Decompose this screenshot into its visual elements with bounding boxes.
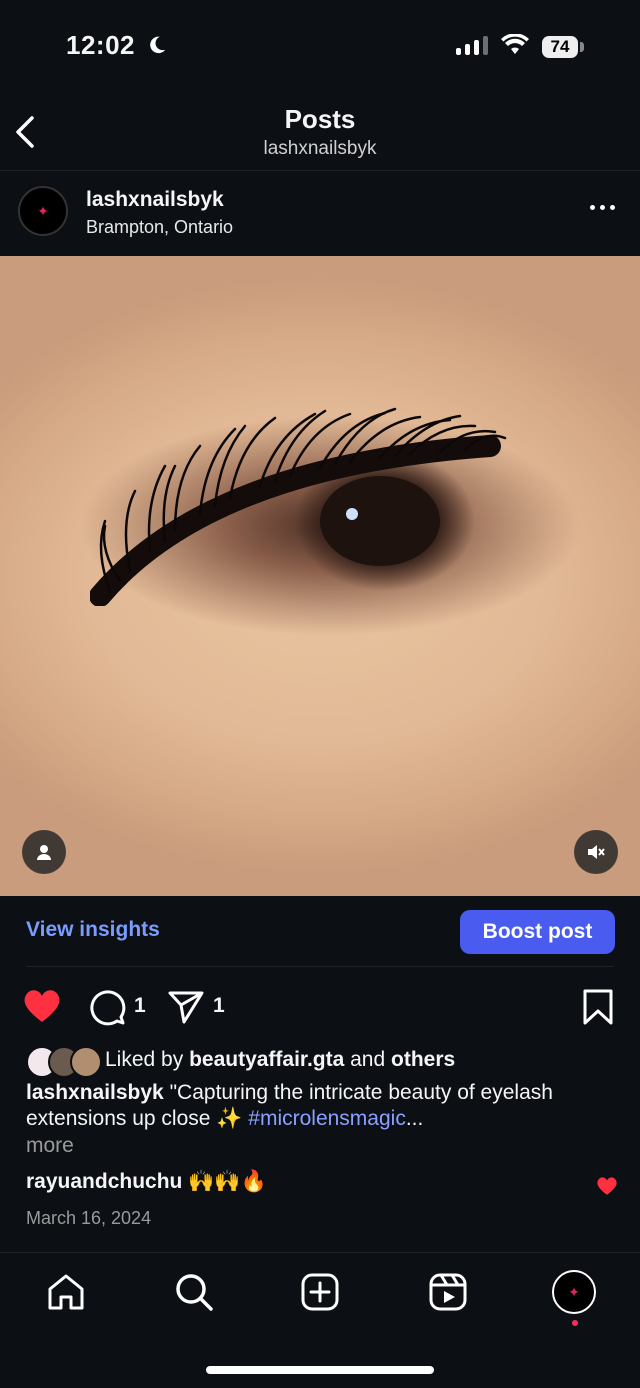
page-title: Posts: [284, 104, 356, 134]
notification-dot: [572, 1320, 578, 1326]
caption-hashtag[interactable]: #microlensmagic: [248, 1107, 406, 1130]
status-time: 12:02: [66, 30, 135, 60]
bookmark-icon[interactable]: [582, 988, 614, 1026]
comment-icon[interactable]: [88, 988, 126, 1026]
mute-button[interactable]: [574, 830, 618, 874]
nav-reels[interactable]: [426, 1270, 470, 1314]
header-divider: [0, 170, 640, 171]
moon-icon: [150, 36, 166, 54]
battery-indicator: 74: [542, 36, 578, 58]
reels-icon: [429, 1273, 467, 1311]
heart-icon[interactable]: [22, 988, 62, 1024]
share-count: 1: [213, 994, 225, 1017]
insights-divider: [26, 966, 614, 967]
eyelash-illustration: [90, 407, 507, 606]
search-icon: [176, 1274, 213, 1311]
nav-home[interactable]: [44, 1270, 88, 1314]
ellipsis-icon[interactable]: [590, 205, 615, 210]
post-location[interactable]: Brampton, Ontario: [86, 217, 233, 238]
avatar-logo-icon: ✦: [568, 1283, 580, 1300]
person-icon: [37, 845, 51, 860]
author-username[interactable]: lashxnailsbyk: [86, 188, 224, 212]
tagged-people-button[interactable]: [22, 830, 66, 874]
liked-by-user[interactable]: beautyaffair.gta: [189, 1048, 344, 1071]
caption-more-link[interactable]: more: [26, 1134, 74, 1158]
author-avatar[interactable]: ✦: [18, 186, 68, 236]
liked-by-others[interactable]: others: [391, 1048, 455, 1071]
top-comment[interactable]: rayuandchuchu 🙌🙌🔥: [26, 1170, 267, 1194]
liked-by-prefix: Liked by: [105, 1048, 190, 1071]
battery-tip: [580, 42, 584, 52]
wifi-icon: [501, 34, 529, 54]
comment-heart-icon[interactable]: [596, 1176, 618, 1196]
boost-post-button[interactable]: Boost post: [460, 910, 615, 954]
liked-by-and: and: [344, 1048, 391, 1071]
post-date: March 16, 2024: [26, 1208, 152, 1228]
home-icon: [48, 1274, 84, 1310]
post-image[interactable]: [0, 256, 640, 896]
nav-profile-avatar[interactable]: ✦: [552, 1270, 596, 1314]
post-caption: lashxnailsbyk "Capturing the intricate b…: [26, 1080, 586, 1132]
cellular-signal-icon: [456, 36, 488, 55]
view-insights-link[interactable]: View insights: [26, 918, 160, 942]
comment-username[interactable]: rayuandchuchu: [26, 1170, 182, 1193]
comment-count: 1: [134, 994, 146, 1017]
speaker-muted-icon: [588, 845, 605, 859]
nav-divider: [0, 1252, 640, 1253]
caption-username[interactable]: lashxnailsbyk: [26, 1081, 164, 1104]
liked-by-text[interactable]: Liked by beautyaffair.gta and others: [105, 1048, 455, 1072]
liker-avatars[interactable]: [26, 1046, 102, 1078]
caption-ellipsis: ...: [405, 1107, 424, 1130]
page-subtitle: lashxnailsbyk: [263, 138, 377, 159]
nav-search[interactable]: [172, 1270, 216, 1314]
send-icon[interactable]: [168, 990, 204, 1024]
plus-square-icon: [301, 1273, 339, 1311]
comment-text: 🙌🙌🔥: [182, 1170, 267, 1193]
home-indicator[interactable]: [206, 1366, 434, 1374]
nav-create[interactable]: [298, 1270, 342, 1314]
avatar-logo-icon: ✦: [37, 202, 49, 219]
liker-avatar: [70, 1046, 102, 1078]
